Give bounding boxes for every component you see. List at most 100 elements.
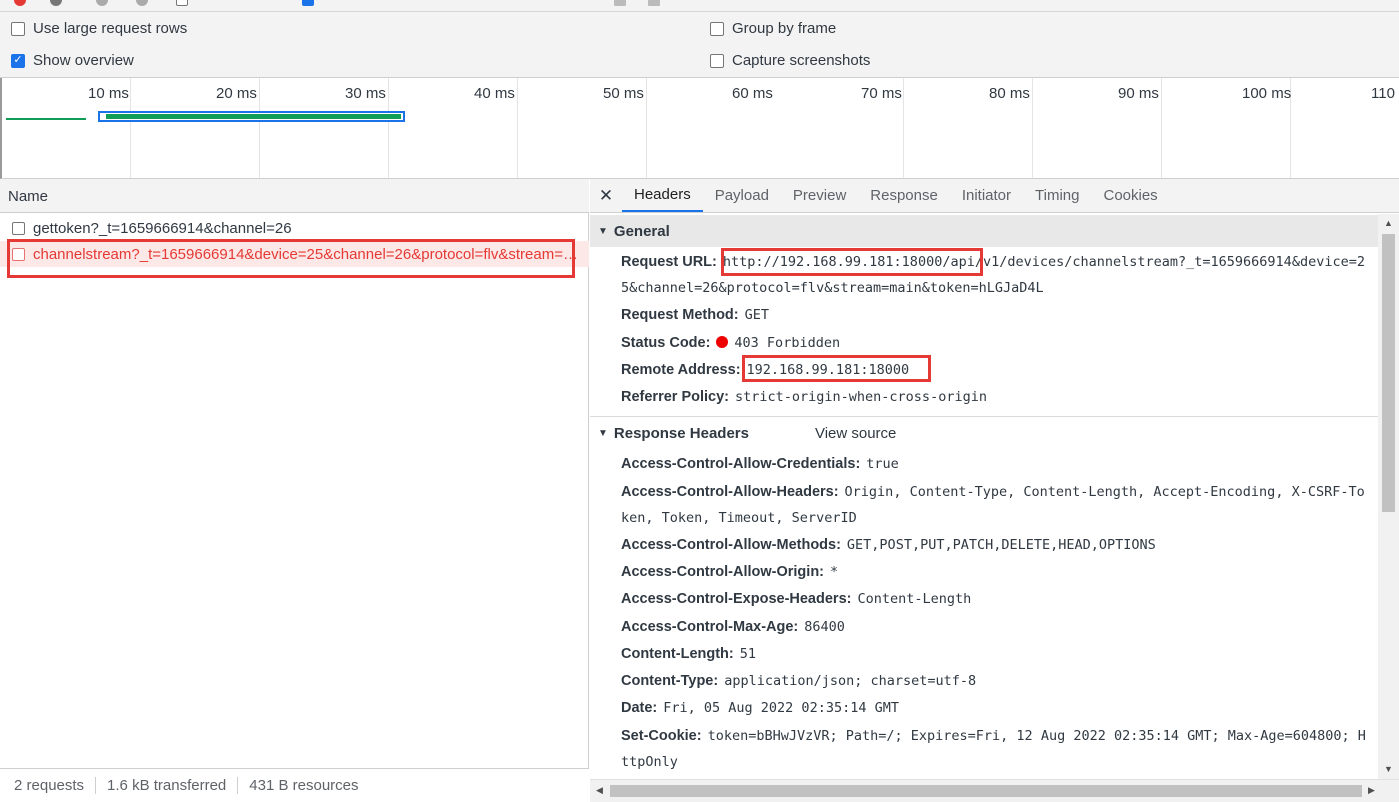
request-name: channelstream?_t=1659666914&device=25&ch… [33, 245, 578, 263]
tab-timing[interactable]: Timing [1023, 179, 1091, 212]
response-header-row: Access-Control-Expose-Headers: Content-Le… [621, 585, 1378, 612]
network-overview[interactable]: 10 ms 20 ms 30 ms 40 ms 50 ms 60 ms 70 m… [0, 78, 1399, 179]
response-header-row-cont: ken, Token, Timeout, ServerID [621, 504, 1378, 531]
large-rows-option[interactable]: Use large request rows [11, 20, 187, 37]
vertical-scrollbar[interactable]: ▲ ▼ [1378, 214, 1399, 779]
name-column-header[interactable]: Name [0, 179, 589, 213]
tab-initiator[interactable]: Initiator [950, 179, 1023, 212]
large-rows-label: Use large request rows [33, 20, 188, 37]
expand-triangle-icon: ▼ [598, 427, 608, 439]
preserve-log-checkbox[interactable] [176, 0, 188, 6]
expand-triangle-icon: ▼ [598, 225, 608, 237]
scroll-up-icon[interactable]: ▲ [1384, 218, 1393, 228]
header-value-cont: ken, Token, Timeout, ServerID [621, 510, 857, 526]
overview-request-bar [6, 118, 86, 120]
request-checkbox[interactable] [12, 247, 25, 261]
response-headers-section-header[interactable]: ▼ Response Headers View source [590, 417, 1378, 449]
request-row-channelstream[interactable]: channelstream?_t=1659666914&device=25&ch… [0, 241, 589, 267]
upload-icon[interactable] [614, 0, 626, 6]
response-header-row: Date: Fri, 05 Aug 2022 02:35:14 GMT [621, 694, 1378, 721]
general-title: General [613, 222, 670, 240]
overview-tick: 100 ms [1242, 85, 1292, 102]
scroll-down-icon[interactable]: ▼ [1384, 764, 1393, 774]
remote-address-label: Remote Address: [621, 362, 741, 378]
scroll-left-icon[interactable]: ◀ [596, 785, 603, 796]
status-code-row: Status Code: 403 Forbidden [621, 329, 1378, 356]
download-icon[interactable] [648, 0, 660, 6]
transferred-size: 1.6 kB transferred [107, 777, 239, 794]
request-method-value: GET [744, 307, 769, 323]
header-value: 86400 [804, 619, 845, 635]
disable-cache-checkbox[interactable] [302, 0, 314, 6]
toolbar-strip [0, 0, 1399, 12]
request-row-gettoken[interactable]: gettoken?_t=1659666914&channel=26 [0, 215, 589, 241]
group-by-frame-checkbox[interactable] [710, 21, 724, 36]
request-count: 2 requests [14, 777, 97, 794]
overview-tick: 90 ms [1118, 85, 1159, 102]
request-list-panel: Name gettoken?_t=1659666914&channel=26 c… [0, 179, 589, 802]
request-url-value: http://192.168.99.181:18000/api/v1/devic… [722, 254, 1365, 270]
header-value: Fri, 05 Aug 2022 02:35:14 GMT [663, 700, 899, 716]
request-method-row: Request Method: GET [621, 301, 1378, 328]
overview-tick: 10 ms [88, 85, 129, 102]
horizontal-scroll-thumb[interactable] [610, 785, 1362, 797]
overview-tick: 60 ms [732, 85, 773, 102]
header-key: Date: [621, 700, 658, 716]
overview-tick: 80 ms [989, 85, 1030, 102]
response-header-row: Content-Type: application/json; charset=u… [621, 667, 1378, 694]
request-url-value-cont: 5&channel=26&protocol=flv&stream=main&to… [621, 280, 1044, 296]
response-header-row: Content-Length: 51 [621, 640, 1378, 667]
show-overview-option[interactable]: ✓ Show overview [11, 52, 134, 69]
capture-screenshots-label: Capture screenshots [732, 52, 871, 69]
overview-selection-window[interactable] [98, 111, 405, 122]
header-value: token=bBHwJVzVR; Path=/; Expires=Fri, 12… [707, 728, 1366, 744]
header-value: application/json; charset=utf-8 [724, 673, 977, 689]
capture-screenshots-option[interactable]: Capture screenshots [710, 52, 870, 69]
request-url-label: Request URL: [621, 254, 717, 270]
request-name: gettoken?_t=1659666914&channel=26 [33, 219, 292, 237]
request-url-row: Request URL: http://192.168.99.181:18000/… [621, 248, 1378, 275]
response-header-row: Access-Control-Allow-Origin: * [621, 558, 1378, 585]
tab-cookies[interactable]: Cookies [1091, 179, 1169, 212]
vertical-scroll-thumb[interactable] [1382, 234, 1395, 512]
request-checkbox[interactable] [12, 221, 25, 235]
header-value: true [866, 456, 899, 472]
tab-payload[interactable]: Payload [703, 179, 781, 212]
response-header-row: Set-Cookie: token=bBHwJVzVR; Path=/; Expi… [621, 722, 1378, 749]
close-icon[interactable]: ✕ [590, 179, 622, 212]
horizontal-scrollbar[interactable]: ◀ ▶ [590, 779, 1399, 802]
header-key: Access-Control-Expose-Headers: [621, 591, 852, 607]
show-overview-checkbox[interactable]: ✓ [11, 53, 25, 68]
referrer-policy-row: Referrer Policy: strict-origin-when-cross… [621, 383, 1378, 410]
show-overview-label: Show overview [33, 52, 134, 69]
status-code-value: 403 Forbidden [734, 335, 841, 351]
referrer-policy-value: strict-origin-when-cross-origin [735, 389, 987, 405]
tab-response[interactable]: Response [858, 179, 950, 212]
status-code-label: Status Code: [621, 335, 711, 351]
overview-tick: 50 ms [603, 85, 644, 102]
scroll-right-icon[interactable]: ▶ [1368, 785, 1375, 796]
view-source-link[interactable]: View source [815, 425, 896, 442]
capture-screenshots-checkbox[interactable] [710, 53, 724, 68]
large-rows-checkbox[interactable] [11, 21, 25, 36]
header-value: Content-Length [857, 591, 972, 607]
header-key: Content-Type: [621, 673, 719, 689]
header-value: GET,POST,PUT,PATCH,DELETE,HEAD,OPTIONS [846, 537, 1156, 553]
tab-headers[interactable]: Headers [622, 179, 703, 212]
headers-content: ▼ General Request URL: http://192.168.99.… [590, 214, 1378, 779]
response-header-row: Access-Control-Allow-Methods: GET,POST,PU… [621, 531, 1378, 558]
general-section-header[interactable]: ▼ General [590, 215, 1378, 247]
clear-icon[interactable] [50, 0, 62, 6]
request-method-label: Request Method: [621, 307, 739, 323]
filter-icon[interactable] [96, 0, 108, 6]
search-icon[interactable] [136, 0, 148, 6]
tab-preview[interactable]: Preview [781, 179, 858, 212]
response-header-row: Access-Control-Allow-Credentials: true [621, 450, 1378, 477]
header-value: 51 [739, 646, 757, 662]
overview-tick: 20 ms [216, 85, 257, 102]
header-key: Set-Cookie: [621, 728, 702, 744]
network-settings-panel: Use large request rows ✓ Show overview G… [0, 12, 1399, 78]
group-by-frame-option[interactable]: Group by frame [710, 20, 836, 37]
record-icon[interactable] [14, 0, 26, 6]
response-header-row: Access-Control-Max-Age: 86400 [621, 613, 1378, 640]
